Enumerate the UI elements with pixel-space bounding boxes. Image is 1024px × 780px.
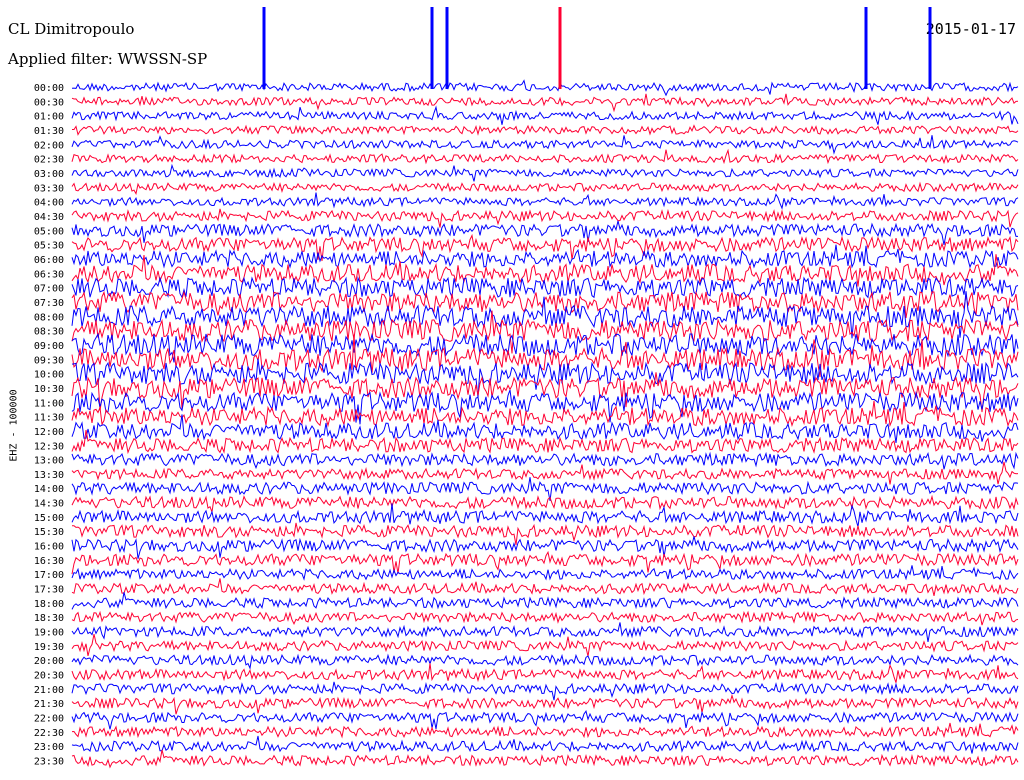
trace-row-27 <box>71 461 1019 485</box>
trace-row-29 <box>71 494 1019 513</box>
tick-label: 04:00 <box>34 198 64 209</box>
tick-label: 12:30 <box>34 441 64 452</box>
trace-row-28 <box>71 477 1019 501</box>
trace-row-40 <box>71 653 1019 670</box>
tick-label: 01:00 <box>34 112 64 123</box>
trace-row-39 <box>71 633 1019 657</box>
trace-row-6 <box>71 163 1019 182</box>
trace-row-11 <box>71 233 1019 262</box>
trace-row-42 <box>71 681 1019 701</box>
trace-row-33 <box>71 550 1019 575</box>
tick-label: 05:00 <box>34 226 64 237</box>
trace-row-26 <box>71 451 1019 470</box>
trace-row-35 <box>71 578 1019 597</box>
tick-label: 22:30 <box>34 728 64 739</box>
trace-row-0 <box>71 79 1019 97</box>
trace-row-23 <box>71 400 1019 428</box>
tick-label: 09:30 <box>34 355 64 366</box>
tick-label: 14:30 <box>34 499 64 510</box>
tick-label: 13:30 <box>34 470 64 481</box>
tick-label: 15:00 <box>34 513 64 524</box>
tick-label: 20:00 <box>34 656 64 667</box>
trace-row-7 <box>71 181 1019 195</box>
trace-row-8 <box>71 192 1019 210</box>
tick-label: 13:00 <box>34 456 64 467</box>
trace-row-19 <box>71 334 1019 378</box>
tick-label: 17:30 <box>34 585 64 596</box>
trace-row-3 <box>72 124 1019 136</box>
tick-label: 19:30 <box>34 642 64 653</box>
tick-label: 07:30 <box>34 298 64 309</box>
trace-row-43 <box>71 693 1019 715</box>
tick-label: 00:30 <box>34 97 64 108</box>
trace-row-34 <box>71 565 1019 581</box>
trace-row-30 <box>71 503 1019 527</box>
trace-row-10 <box>71 220 1018 245</box>
tick-label: 06:30 <box>34 269 64 280</box>
trace-row-2 <box>71 105 1019 125</box>
tick-label: 07:00 <box>34 284 64 295</box>
tick-label: 21:00 <box>34 685 64 696</box>
trace-row-45 <box>71 722 1019 739</box>
trace-row-22 <box>71 389 1019 425</box>
tick-label: 23:00 <box>34 742 64 753</box>
tick-label: 19:00 <box>34 628 64 639</box>
trace-row-38 <box>71 622 1019 642</box>
tick-label: 01:30 <box>34 126 64 137</box>
tick-label: 03:00 <box>34 169 64 180</box>
tick-label: 16:30 <box>34 556 64 567</box>
tick-label: 16:00 <box>34 542 64 553</box>
tick-label: 23:30 <box>34 757 64 768</box>
tick-label: 02:30 <box>34 155 64 166</box>
tick-label: 18:00 <box>34 599 64 610</box>
trace-row-5 <box>71 148 1019 165</box>
trace-row-36 <box>71 592 1019 610</box>
tick-label: 02:00 <box>34 140 64 151</box>
trace-group <box>71 7 1019 769</box>
tick-label: 05:30 <box>34 241 64 252</box>
tick-label: 18:30 <box>34 613 64 624</box>
tick-label: 04:30 <box>34 212 64 223</box>
tick-label: 20:30 <box>34 671 64 682</box>
tick-label: 17:00 <box>34 570 64 581</box>
tick-label: 15:30 <box>34 527 64 538</box>
tick-label: 08:00 <box>34 312 64 323</box>
tick-label: 11:30 <box>34 413 64 424</box>
trace-row-12 <box>71 244 1019 269</box>
tick-label: 00:00 <box>34 83 64 94</box>
trace-row-4 <box>71 135 1019 155</box>
tick-label: 14:00 <box>34 484 64 495</box>
trace-row-32 <box>71 536 1019 559</box>
channel-axis-label: EHZ - 100000 <box>8 389 20 462</box>
tick-label-group: 00:00 00:30 01:00 01:30 02:00 02:30 03:00 03:30… <box>34 83 64 768</box>
tick-label: 11:00 <box>34 398 64 409</box>
trace-row-46 <box>71 735 1019 754</box>
trace-row-1 <box>71 93 1019 113</box>
trace-row-44 <box>71 710 1019 730</box>
tick-label: 08:30 <box>34 327 64 338</box>
tick-label: 03:30 <box>34 183 64 194</box>
trace-row-37 <box>71 610 1019 626</box>
tick-label: 10:30 <box>34 384 64 395</box>
tick-label: 06:00 <box>34 255 64 266</box>
trace-row-41 <box>71 663 1019 683</box>
trace-row-31 <box>71 522 1019 545</box>
tick-label: 12:00 <box>34 427 64 438</box>
trace-row-47 <box>71 749 1019 769</box>
tick-label: 09:00 <box>34 341 64 352</box>
tick-label: 22:00 <box>34 714 64 725</box>
tick-label: 21:30 <box>34 699 64 710</box>
helicorder-plot: 00:00 00:30 01:00 01:30 02:00 02:30 03:00 03:30… <box>34 7 1019 769</box>
tick-label: 10:00 <box>34 370 64 381</box>
trace-row-25 <box>71 429 1019 455</box>
trace-row-21 <box>71 372 1019 413</box>
